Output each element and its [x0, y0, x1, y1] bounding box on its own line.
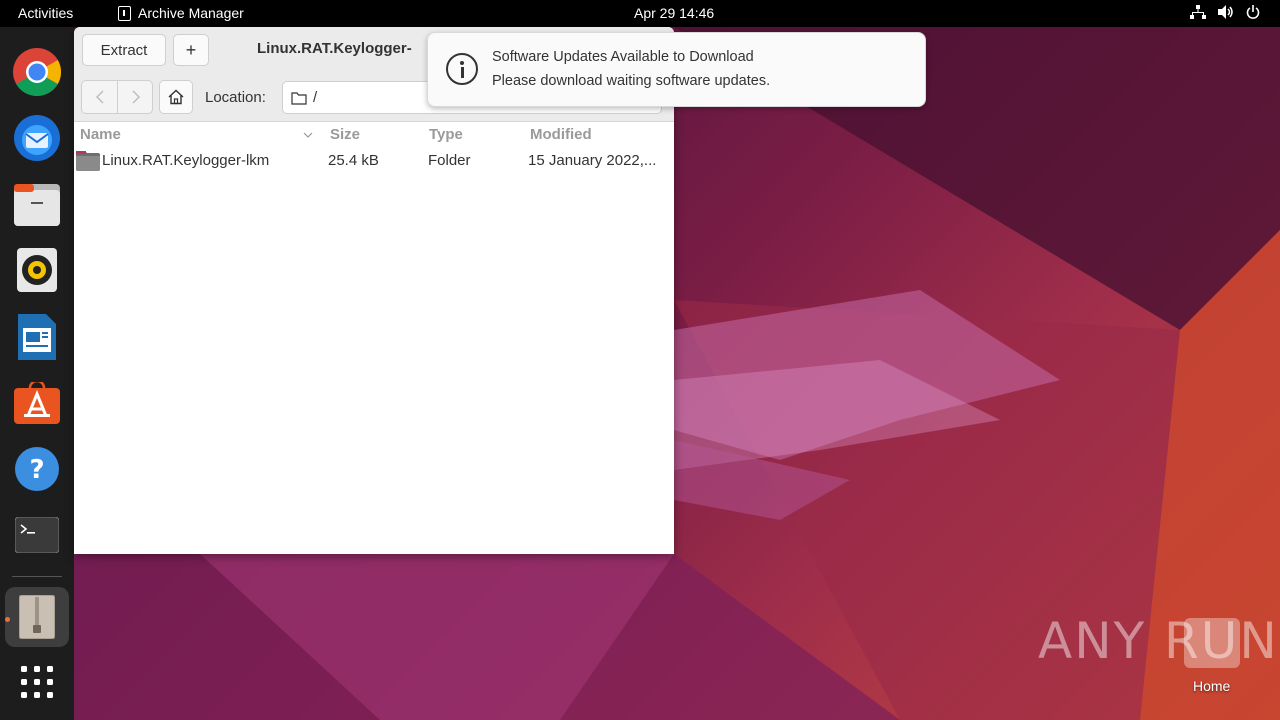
terminal-icon: [15, 517, 59, 553]
archive-manager-launcher[interactable]: [5, 587, 69, 647]
folder-icon: [76, 151, 100, 171]
folder-icon: [291, 92, 307, 105]
power-icon: [1246, 5, 1260, 19]
top-bar: Activities Archive Manager Apr 29 14:46: [0, 0, 1280, 27]
files-launcher[interactable]: [12, 180, 62, 230]
chrome-icon: [13, 48, 61, 96]
notification-body: Please download waiting software updates…: [492, 73, 771, 89]
home-folder-label[interactable]: Home: [1193, 678, 1230, 694]
notification-banner[interactable]: Software Updates Available to Download P…: [427, 32, 926, 107]
column-size[interactable]: Size: [330, 126, 360, 143]
writer-launcher[interactable]: [12, 312, 62, 362]
rhythmbox-launcher[interactable]: [12, 245, 62, 295]
app-center-launcher[interactable]: [12, 378, 62, 428]
window-title: Linux.RAT.Keylogger-: [257, 40, 412, 57]
info-icon: [446, 53, 478, 85]
help-launcher[interactable]: ?: [12, 444, 62, 494]
column-name[interactable]: Name: [80, 126, 121, 143]
column-modified[interactable]: Modified: [530, 126, 592, 143]
column-type[interactable]: Type: [429, 126, 463, 143]
thunderbird-launcher[interactable]: [12, 113, 62, 163]
add-files-button[interactable]: +: [173, 34, 209, 66]
chrome-launcher[interactable]: [12, 47, 62, 97]
home-folder-icon[interactable]: [1184, 618, 1240, 668]
forward-button[interactable]: [118, 81, 153, 113]
table-row[interactable]: Linux.RAT.Keylogger-lkm 25.4 kB Folder 1…: [74, 149, 674, 173]
watermark-logo: ANY RUN: [1038, 612, 1279, 670]
extract-button[interactable]: Extract: [82, 34, 166, 66]
archive-manager-icon: [19, 595, 55, 639]
back-button[interactable]: [82, 81, 118, 113]
home-icon: [168, 89, 184, 105]
chevron-left-icon: [95, 90, 103, 104]
row-type: Folder: [428, 152, 471, 169]
home-button[interactable]: [159, 80, 193, 114]
archive-manager-icon: [118, 5, 131, 21]
row-modified: 15 January 2022,...: [528, 152, 657, 169]
rhythmbox-icon: [17, 248, 57, 292]
column-headers: Name Size Type Modified: [74, 122, 674, 147]
app-center-icon: [14, 382, 60, 424]
row-name: Linux.RAT.Keylogger-lkm: [102, 152, 270, 169]
location-path: /: [313, 89, 318, 106]
dock: ?: [0, 27, 74, 720]
show-apps-button[interactable]: [12, 657, 62, 707]
location-label: Location:: [205, 89, 266, 106]
row-size: 25.4 kB: [328, 152, 379, 169]
thunderbird-icon: [14, 115, 60, 161]
writer-icon: [18, 314, 56, 360]
dock-separator: [12, 576, 62, 577]
help-icon: ?: [15, 447, 59, 491]
files-icon: [14, 184, 60, 226]
activities-button[interactable]: Activities: [18, 5, 73, 21]
svg-text:?: ?: [29, 455, 44, 485]
system-tray[interactable]: [1190, 5, 1260, 19]
network-icon: [1190, 5, 1206, 19]
sort-chevron-icon: [303, 132, 313, 138]
volume-icon: [1218, 5, 1233, 19]
app-name: Archive Manager: [138, 5, 244, 21]
notification-title: Software Updates Available to Download: [492, 49, 754, 65]
terminal-launcher[interactable]: [12, 510, 62, 560]
chevron-right-icon: [132, 90, 140, 104]
show-apps-icon: [21, 666, 53, 698]
clock[interactable]: Apr 29 14:46: [634, 5, 714, 21]
app-menu[interactable]: Archive Manager: [118, 5, 244, 21]
nav-buttons: [81, 80, 153, 114]
